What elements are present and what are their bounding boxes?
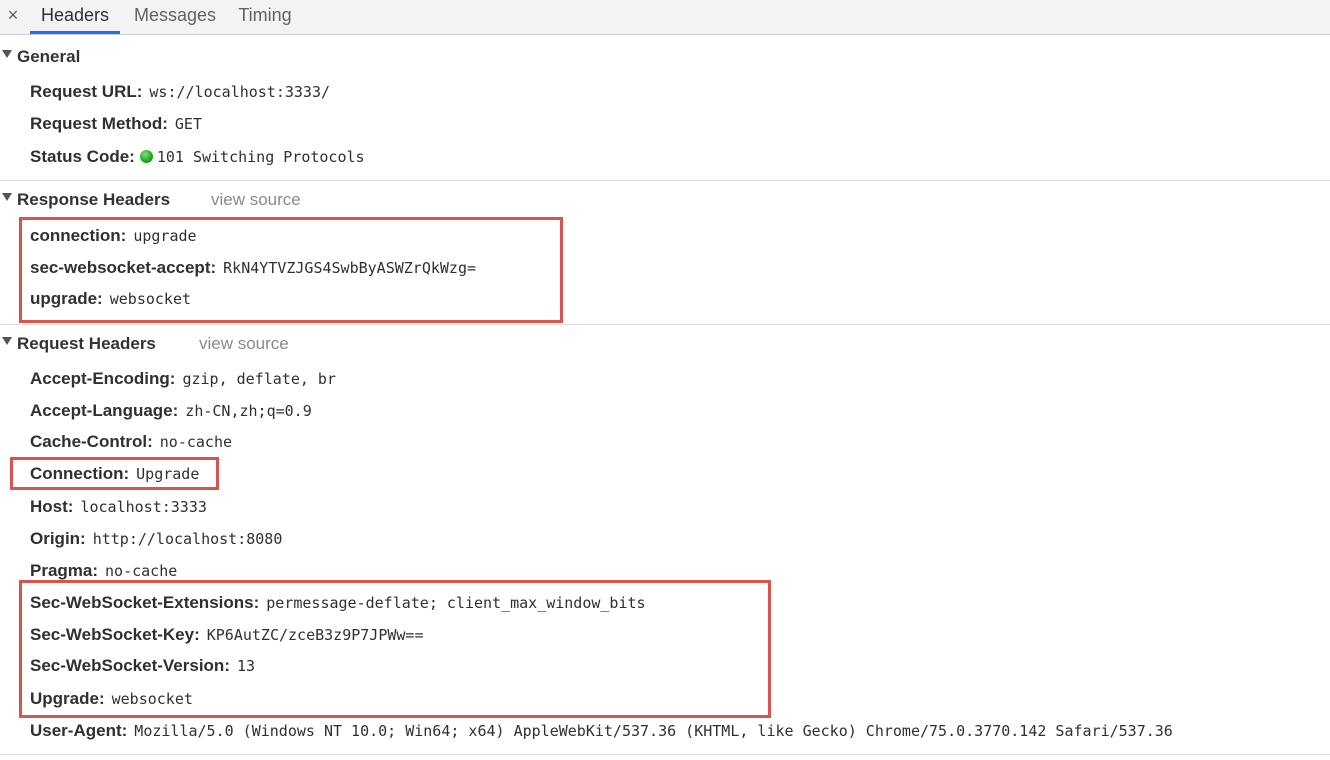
request-header-row: Host: localhost:3333 [30,494,207,520]
general-row-status-code: Status Code: 101 Switching Protocols [30,144,365,170]
request-header-row: Accept-Encoding: gzip, deflate, br [30,366,336,392]
header-key: Origin: [30,529,86,548]
section-divider [0,754,1330,755]
header-value: http://localhost:8080 [92,530,283,548]
request-header-row: Accept-Language: zh-CN,zh;q=0.9 [30,398,312,424]
collapse-triangle-icon[interactable] [2,50,12,58]
highlight-box-websocket-headers [19,580,771,718]
section-response-headers-header[interactable]: Response Headers view source [0,187,1330,215]
request-header-row: User-Agent: Mozilla/5.0 (Windows NT 10.0;… [30,718,1173,744]
header-value: GET [174,115,202,133]
request-header-row: Cache-Control: no-cache [30,429,232,455]
highlight-box-connection [10,457,219,490]
section-request-headers-header[interactable]: Request Headers view source [0,331,1330,359]
status-ok-dot-icon [139,150,153,163]
highlight-box-response-headers [19,217,563,323]
header-value: Mozilla/5.0 (Windows NT 10.0; Win64; x64… [134,722,1173,740]
header-key: Cache-Control: [30,432,153,451]
section-title: General [17,47,81,66]
section-divider [0,324,1330,325]
header-value: 101 Switching Protocols [156,148,365,166]
section-divider [0,180,1330,181]
header-value: ws://localhost:3333/ [149,83,331,101]
view-source-link[interactable]: view source [211,190,301,210]
tab-messages[interactable]: Messages [130,0,220,34]
general-row-request-url: Request URL: ws://localhost:3333/ [30,79,330,105]
header-key: Pragma: [30,561,99,580]
tab-headers[interactable]: Headers [30,0,120,34]
header-value: gzip, deflate, br [182,370,336,388]
section-title: Request Headers [17,334,156,353]
close-icon[interactable]: × [4,4,22,26]
header-key: Status Code: [30,147,135,166]
header-key: Accept-Language: [30,401,179,420]
collapse-triangle-icon[interactable] [2,337,12,345]
header-key: User-Agent: [30,721,128,740]
tab-timing[interactable]: Timing [230,0,300,34]
general-row-request-method: Request Method: GET [30,111,202,137]
header-value: zh-CN,zh;q=0.9 [185,402,312,420]
header-key: Request URL: [30,82,143,101]
view-source-link[interactable]: view source [199,334,289,354]
header-key: Accept-Encoding: [30,369,176,388]
header-key: Request Method: [30,114,168,133]
collapse-triangle-icon[interactable] [2,193,12,201]
devtools-tab-bar: × Headers Messages Timing [0,0,1330,35]
section-title: Response Headers [17,190,171,209]
header-value: localhost:3333 [80,498,207,516]
header-value: no-cache [105,562,178,580]
header-key: Host: [30,497,74,516]
header-value: no-cache [159,433,233,451]
request-header-row: Origin: http://localhost:8080 [30,526,282,552]
section-general-header[interactable]: General [0,44,1330,72]
